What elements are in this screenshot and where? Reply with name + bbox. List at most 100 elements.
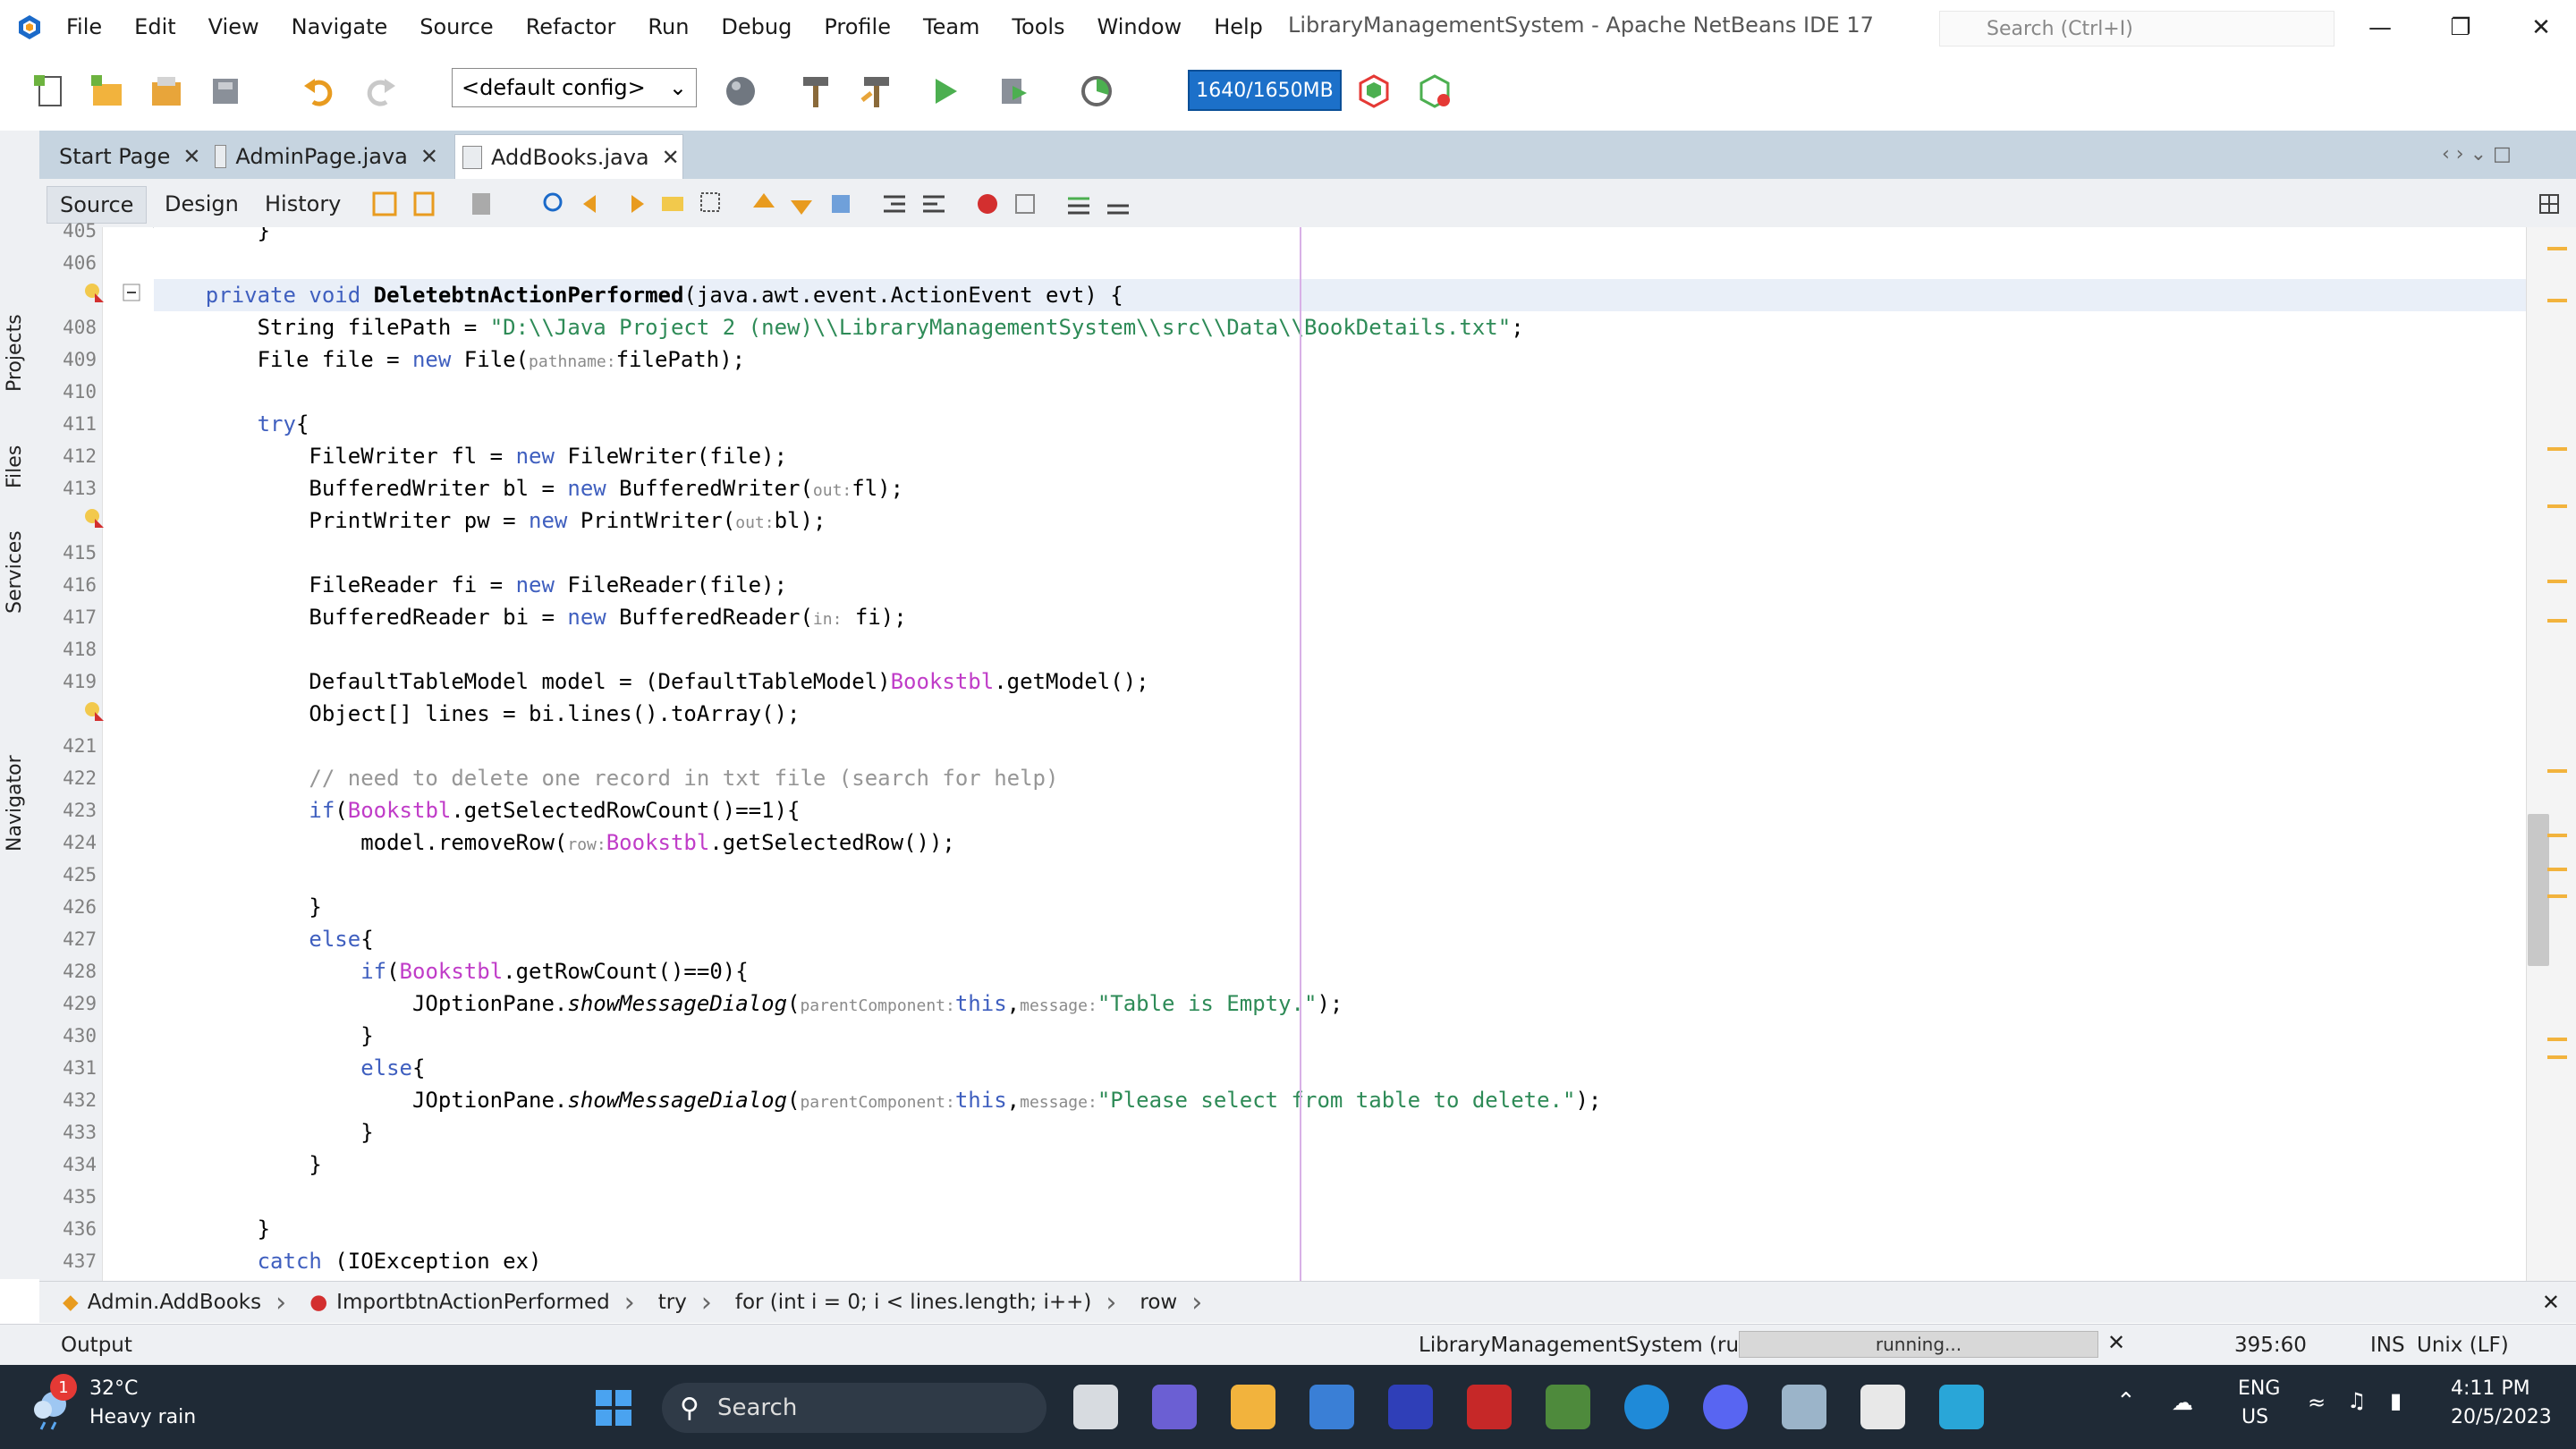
- last-edit-icon[interactable]: [370, 190, 399, 218]
- code-line[interactable]: [154, 537, 2526, 569]
- code-line[interactable]: else{: [154, 1052, 2526, 1084]
- forward-icon[interactable]: [469, 190, 497, 218]
- output-tab[interactable]: Output: [61, 1334, 132, 1357]
- close-window-button[interactable]: ✕: [2501, 5, 2576, 50]
- toggle-bookmark-icon[interactable]: [826, 190, 855, 218]
- code-editor[interactable]: } private void DeletebtnActionPerformed(…: [154, 227, 2526, 1283]
- gc-icon[interactable]: [1356, 73, 1392, 109]
- toggle-highlight-icon[interactable]: [658, 190, 687, 218]
- code-line[interactable]: if(Bookstbl.getRowCount()==0){: [154, 955, 2526, 987]
- onedrive-icon[interactable]: ☁: [2172, 1390, 2193, 1415]
- code-line[interactable]: DefaultTableModel model = (DefaultTableM…: [154, 665, 2526, 698]
- new-file-icon[interactable]: [32, 73, 68, 109]
- menu-window[interactable]: Window: [1097, 14, 1182, 39]
- teams-icon[interactable]: [1152, 1385, 1197, 1429]
- side-tab-navigator[interactable]: Navigator: [4, 755, 26, 852]
- save-all-icon[interactable]: [209, 73, 245, 109]
- ms-store-icon[interactable]: [1309, 1385, 1354, 1429]
- warning-mark[interactable]: [2547, 619, 2567, 623]
- run-icon[interactable]: [927, 73, 962, 109]
- code-line[interactable]: String filePath = "D:\\Java Project 2 (n…: [154, 311, 2526, 343]
- close-icon[interactable]: ✕: [662, 145, 680, 170]
- code-line[interactable]: [154, 247, 2526, 279]
- app-icon[interactable]: [1388, 1385, 1433, 1429]
- back-icon[interactable]: [411, 190, 440, 218]
- menu-refactor[interactable]: Refactor: [526, 14, 616, 39]
- windows-start-icon[interactable]: [592, 1386, 635, 1429]
- code-line[interactable]: model.removeRow(row:Bookstbl.getSelected…: [154, 826, 2526, 859]
- code-line[interactable]: if(Bookstbl.getSelectedRowCount()==1){: [154, 794, 2526, 826]
- shift-right-icon[interactable]: [919, 190, 948, 218]
- split-editor-icon[interactable]: [2535, 190, 2563, 218]
- breadcrumb-item-class[interactable]: ◆ Admin.AddBooks ›: [63, 1287, 286, 1318]
- warning-mark[interactable]: [2547, 894, 2567, 898]
- profile-icon[interactable]: [1079, 73, 1114, 109]
- warning-mark[interactable]: [2547, 1055, 2567, 1059]
- minimize-button[interactable]: —: [2340, 5, 2420, 50]
- config-select[interactable]: <default config> ⌄: [452, 68, 697, 107]
- cancel-run-icon[interactable]: ✕: [2107, 1330, 2125, 1355]
- warning-mark[interactable]: [2547, 834, 2567, 837]
- code-line[interactable]: BufferedReader bi = new BufferedReader(i…: [154, 601, 2526, 633]
- minecraft-icon[interactable]: [1546, 1385, 1590, 1429]
- code-line[interactable]: else{: [154, 923, 2526, 955]
- code-line[interactable]: }: [154, 891, 2526, 923]
- code-line[interactable]: }: [154, 227, 2526, 247]
- side-tab-services[interactable]: Services: [4, 530, 26, 614]
- ide-search-input[interactable]: Search (Ctrl+I): [1939, 11, 2334, 47]
- code-line[interactable]: File file = new File(pathname:filePath);: [154, 343, 2526, 376]
- chevron-up-icon[interactable]: ⌃: [2116, 1388, 2136, 1415]
- code-line[interactable]: [154, 859, 2526, 891]
- volume-icon[interactable]: ♫: [2347, 1388, 2367, 1413]
- code-line[interactable]: JOptionPane.showMessageDialog(parentComp…: [154, 1084, 2526, 1116]
- code-line[interactable]: }: [154, 1213, 2526, 1245]
- code-line[interactable]: // need to delete one record in txt file…: [154, 762, 2526, 794]
- code-line[interactable]: FileWriter fl = new FileWriter(file);: [154, 440, 2526, 472]
- close-icon[interactable]: ✕: [182, 144, 200, 169]
- menu-source[interactable]: Source: [419, 14, 493, 39]
- comment-icon[interactable]: [1064, 190, 1093, 218]
- find-icon[interactable]: [540, 190, 569, 218]
- code-line[interactable]: try{: [154, 408, 2526, 440]
- prev-bookmark-icon[interactable]: [750, 190, 778, 218]
- close-icon[interactable]: ✕: [420, 144, 438, 169]
- menu-debug[interactable]: Debug: [721, 14, 792, 39]
- wifi-icon[interactable]: ≈: [2308, 1390, 2326, 1415]
- code-line[interactable]: [154, 730, 2526, 762]
- shift-left-icon[interactable]: [880, 190, 909, 218]
- open-project-icon[interactable]: [148, 73, 184, 109]
- code-line[interactable]: private void DeletebtnActionPerformed(ja…: [154, 279, 2526, 311]
- code-line[interactable]: catch (IOException ex): [154, 1245, 2526, 1277]
- restore-button[interactable]: ❐: [2420, 5, 2501, 50]
- tab-start-page[interactable]: Start Page ✕: [47, 134, 220, 179]
- code-line[interactable]: }: [154, 1116, 2526, 1148]
- language-label[interactable]: ENG: [2238, 1377, 2280, 1400]
- tab-scroll-arrows[interactable]: ‹ › ⌄ □: [2442, 143, 2512, 165]
- file-explorer-icon[interactable]: [1231, 1385, 1275, 1429]
- code-line[interactable]: BufferedWriter bl = new BufferedWriter(o…: [154, 472, 2526, 504]
- warning-mark[interactable]: [2547, 504, 2567, 508]
- java-icon[interactable]: [1860, 1385, 1905, 1429]
- breadcrumb-item-for[interactable]: for (int i = 0; i < lines.length; i++) ›: [735, 1287, 1117, 1318]
- menu-navigate[interactable]: Navigate: [292, 14, 388, 39]
- browser-globe-icon[interactable]: [723, 73, 758, 109]
- clock-date[interactable]: 20/5/2023: [2451, 1406, 2552, 1428]
- netbeans-taskbar-icon[interactable]: [1782, 1385, 1826, 1429]
- new-project-icon[interactable]: [89, 73, 125, 109]
- code-line[interactable]: }: [154, 1020, 2526, 1052]
- menu-run[interactable]: Run: [648, 14, 689, 39]
- close-icon[interactable]: ✕: [2542, 1290, 2560, 1315]
- stop-macro-icon[interactable]: [1011, 190, 1039, 218]
- discord-icon[interactable]: [1703, 1385, 1748, 1429]
- view-source-button[interactable]: Source: [47, 186, 148, 224]
- menu-view[interactable]: View: [208, 14, 259, 39]
- view-history-button[interactable]: History: [252, 186, 353, 222]
- code-line[interactable]: [154, 376, 2526, 408]
- menu-profile[interactable]: Profile: [824, 14, 891, 39]
- clock-time[interactable]: 4:11 PM: [2451, 1377, 2530, 1400]
- region-label[interactable]: US: [2241, 1406, 2268, 1428]
- code-line[interactable]: JOptionPane.showMessageDialog(parentComp…: [154, 987, 2526, 1020]
- warning-mark[interactable]: [2547, 868, 2567, 871]
- redo-icon[interactable]: [361, 73, 397, 109]
- taskbar-search[interactable]: ⚲ Search: [662, 1383, 1046, 1433]
